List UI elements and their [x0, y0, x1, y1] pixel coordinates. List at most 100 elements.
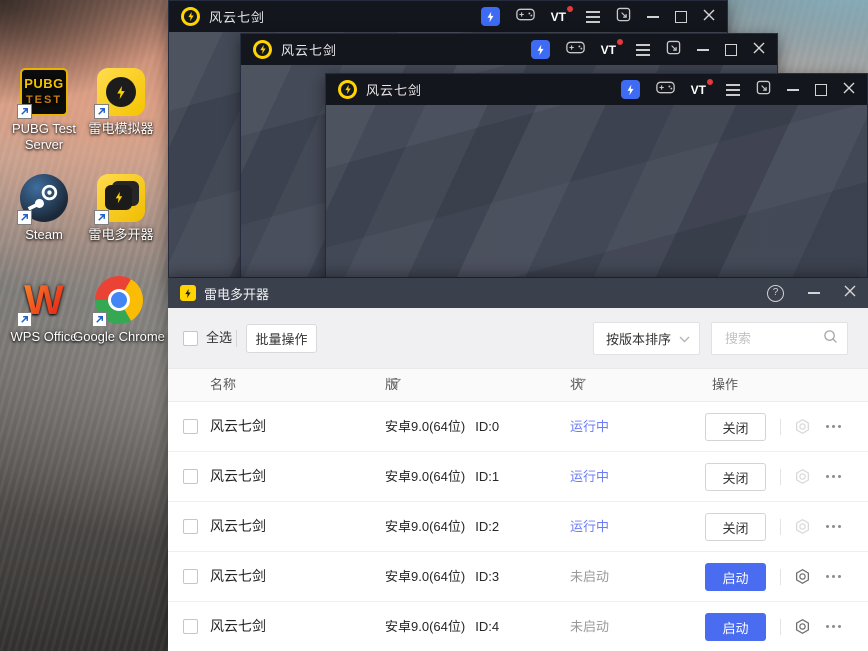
- boost-icon[interactable]: [620, 80, 640, 99]
- start-instance-button[interactable]: 启动: [705, 613, 766, 641]
- row-checkbox[interactable]: [183, 569, 198, 584]
- settings-icon[interactable]: [794, 568, 811, 585]
- close-instance-button[interactable]: 关闭: [705, 413, 766, 441]
- desktop-icon-label: Google Chrome: [73, 329, 165, 344]
- row-checkbox[interactable]: [183, 419, 198, 434]
- more-options-icon[interactable]: [826, 525, 829, 528]
- instance-id: ID:2: [475, 519, 500, 534]
- table-row: 风云七剑 安卓9.0(64位) ID:3 未启动 启动: [168, 552, 868, 602]
- row-checkbox[interactable]: [183, 469, 198, 484]
- gamepad-icon[interactable]: [565, 41, 585, 59]
- ldplayer-logo-icon: [181, 7, 200, 26]
- gamepad-icon[interactable]: [515, 8, 535, 26]
- settings-icon[interactable]: [794, 468, 811, 485]
- table-row: 风云七剑 安卓9.0(64位) ID:2 运行中 关闭: [168, 502, 868, 552]
- filter-icon[interactable]: [574, 369, 587, 401]
- menu-icon[interactable]: [636, 48, 650, 51]
- maximize-icon[interactable]: [815, 83, 827, 96]
- emulator-titlebar[interactable]: 风云七剑 VT: [326, 74, 867, 105]
- desktop-icon-ldmultiplayer[interactable]: 雷电多开器: [72, 174, 170, 243]
- table-row: 风云七剑 安卓9.0(64位) ID:4 未启动 启动: [168, 602, 868, 651]
- vt-button[interactable]: VT: [691, 78, 713, 97]
- close-icon[interactable]: [703, 8, 715, 26]
- more-options-icon[interactable]: [826, 625, 829, 628]
- minimize-icon[interactable]: [697, 48, 709, 51]
- desktop-icon-ldplayer[interactable]: 雷电模拟器: [72, 68, 170, 137]
- select-all-label[interactable]: 全选: [206, 308, 232, 368]
- settings-icon[interactable]: [794, 518, 811, 535]
- start-instance-button[interactable]: 启动: [705, 563, 766, 591]
- toolbar-divider: [236, 330, 237, 347]
- gamepad-icon[interactable]: [655, 81, 675, 99]
- instance-name: 风云七剑: [210, 518, 266, 534]
- instance-id: ID:0: [475, 419, 500, 434]
- shrink-window-icon[interactable]: [756, 80, 771, 100]
- vt-button[interactable]: VT: [551, 5, 573, 24]
- menu-icon[interactable]: [726, 88, 740, 91]
- row-divider: [780, 619, 781, 635]
- minimize-icon[interactable]: [787, 88, 799, 91]
- header-actions: 操作: [712, 377, 739, 392]
- close-icon[interactable]: [753, 41, 765, 59]
- shortcut-arrow-icon: [17, 312, 32, 327]
- search-icon: [823, 329, 838, 349]
- instance-version: 安卓9.0(64位) ID:4: [385, 602, 499, 651]
- ldmultiplayer-icon: [94, 174, 145, 225]
- vt-label: VT: [600, 42, 616, 57]
- shortcut-arrow-icon: [17, 104, 32, 119]
- manager-titlebar[interactable]: 雷电多开器 ?: [168, 278, 868, 308]
- close-instance-button[interactable]: 关闭: [705, 463, 766, 491]
- batch-operations-button[interactable]: 批量操作: [246, 324, 317, 353]
- table-row: 风云七剑 安卓9.0(64位) ID:0 运行中 关闭: [168, 402, 868, 452]
- emulator-screen[interactable]: [326, 105, 867, 277]
- desktop-icon-chrome[interactable]: Google Chrome: [70, 276, 168, 345]
- notification-dot: [707, 78, 713, 85]
- status-badge: 运行中: [570, 469, 610, 484]
- instance-id: ID:1: [475, 469, 500, 484]
- chevron-down-icon: [679, 331, 690, 346]
- shortcut-arrow-icon: [94, 210, 109, 225]
- vt-button[interactable]: VT: [600, 38, 623, 57]
- emulator-window-3: 风云七剑 VT: [325, 73, 868, 278]
- row-checkbox[interactable]: [183, 619, 198, 634]
- filter-icon[interactable]: [389, 369, 402, 401]
- minimize-icon[interactable]: [647, 15, 659, 18]
- ldplayer-logo-icon: [253, 40, 272, 59]
- boost-icon[interactable]: [480, 7, 500, 26]
- search-input[interactable]: [723, 330, 823, 347]
- shrink-window-icon[interactable]: [666, 40, 681, 60]
- more-options-icon[interactable]: [826, 425, 829, 428]
- boost-icon[interactable]: [530, 40, 550, 59]
- more-options-icon[interactable]: [826, 575, 829, 578]
- settings-icon[interactable]: [794, 618, 811, 635]
- shrink-window-icon[interactable]: [616, 7, 631, 27]
- version-text: 安卓9.0(64位): [385, 519, 466, 534]
- shortcut-arrow-icon: [17, 210, 32, 225]
- more-options-icon[interactable]: [826, 475, 829, 478]
- select-all-checkbox[interactable]: [183, 331, 198, 346]
- search-box[interactable]: [711, 322, 848, 355]
- menu-icon[interactable]: [586, 15, 600, 18]
- row-checkbox[interactable]: [183, 519, 198, 534]
- row-divider: [780, 419, 781, 435]
- manager-app-icon: [180, 285, 196, 301]
- minimize-icon[interactable]: [808, 292, 820, 294]
- status-badge: 未启动: [570, 569, 610, 584]
- version-text: 安卓9.0(64位): [385, 419, 466, 434]
- shortcut-arrow-icon: [92, 312, 107, 327]
- table-row: 风云七剑 安卓9.0(64位) ID:1 运行中 关闭: [168, 452, 868, 502]
- maximize-icon[interactable]: [675, 10, 687, 23]
- close-icon[interactable]: [843, 81, 855, 99]
- desktop-icon-label: 雷电多开器: [88, 227, 154, 242]
- maximize-icon[interactable]: [725, 43, 737, 56]
- row-divider: [780, 569, 781, 585]
- help-icon[interactable]: ?: [767, 284, 784, 302]
- emulator-titlebar[interactable]: 风云七剑 VT: [169, 1, 727, 32]
- chrome-icon: [92, 276, 143, 327]
- close-icon[interactable]: [844, 284, 856, 302]
- pubg-icon-text: PUBG: [24, 76, 64, 91]
- emulator-titlebar[interactable]: 风云七剑 VT: [241, 34, 777, 65]
- close-instance-button[interactable]: 关闭: [705, 513, 766, 541]
- settings-icon[interactable]: [794, 418, 811, 435]
- sort-dropdown[interactable]: 按版本排序: [593, 322, 700, 355]
